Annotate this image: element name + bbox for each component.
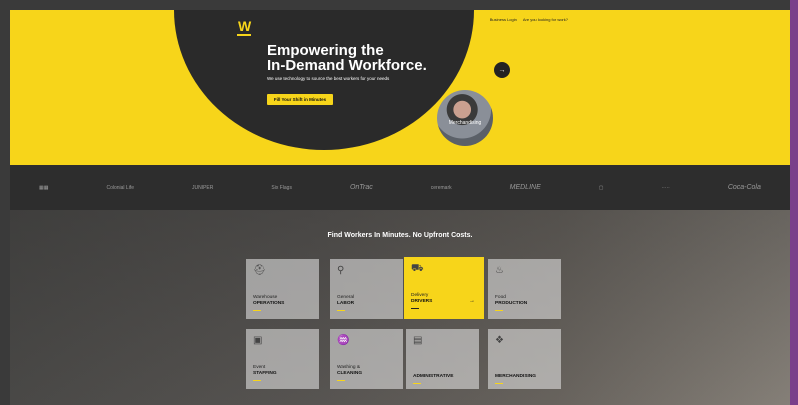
hero-headline: Empowering the In-Demand Workforce. (267, 43, 427, 73)
tile-line1: Washing & (337, 365, 361, 370)
tile-administrative[interactable]: ▤ ADMINISTRATIVE (406, 329, 479, 389)
brand-logo-grid: ▦▦ (39, 184, 49, 191)
photo-caption: Merchandising (448, 120, 482, 126)
brand-six-flags: Six Flags (271, 184, 292, 191)
arrow-right-icon: → (469, 298, 475, 304)
tile-line2: LABOR (337, 301, 355, 306)
hero-section: W Business Login Are you looking for wor… (10, 10, 790, 165)
tile-merchandising[interactable]: ❖ MERCHANDISING (488, 329, 561, 389)
tile-line1: Food (495, 295, 506, 300)
brand-box-mark: ▢ (598, 184, 604, 191)
tile-general-labor[interactable]: ⚲ General LABOR (330, 259, 403, 319)
brand-ceremark: ceremark (430, 184, 452, 191)
looking-for-work-link[interactable]: Are you looking for work? (523, 17, 568, 22)
mover-icon: ⚲ (337, 265, 345, 276)
tile-event-staffing[interactable]: ▣ Event STAFFING (246, 329, 319, 389)
tile-line1: Warehouse (253, 295, 278, 300)
arrow-right-icon: → (498, 66, 506, 74)
tile-line2: CLEANING (337, 371, 363, 376)
tile-underline (253, 310, 261, 312)
tile-line2: ADMINISTRATIVE (413, 374, 454, 379)
document-icon: ▤ (413, 335, 423, 346)
worker-photo: Merchandising (437, 90, 493, 146)
brand-coca-cola: Coca-Cola (727, 184, 761, 191)
tile-underline (413, 383, 421, 385)
event-icon: ▣ (253, 335, 263, 346)
headline-line-2: In-Demand Workforce. (267, 57, 427, 74)
tile-underline (495, 310, 503, 312)
tile-line2: STAFFING (253, 371, 277, 376)
tile-line2: OPERATIONS (253, 301, 285, 306)
shelf-icon: ❖ (495, 335, 504, 346)
headline-line-1: Empowering the (267, 42, 384, 59)
tile-underline (337, 380, 345, 382)
cleaning-icon: ♒ (337, 335, 350, 346)
client-logos: ▦▦ Colonial Life JUNIPER Six Flags OnTra… (10, 165, 790, 210)
top-nav: Business Login Are you looking for work? (490, 17, 568, 22)
tile-warehouse-operations[interactable]: ⛑ Warehouse OPERATIONS (246, 259, 319, 319)
tile-line1: Delivery (411, 293, 429, 298)
worker-icon: ⛑ (253, 265, 266, 276)
logo-underline (237, 34, 251, 36)
tile-underline (495, 383, 503, 385)
brand-medline: MEDLINE (509, 184, 541, 191)
workers-title: Find Workers In Minutes. No Upfront Cost… (327, 232, 473, 239)
brand-logo[interactable]: W (238, 18, 251, 34)
hero-subtext: We use technology to source the best wor… (267, 76, 390, 81)
fill-shift-button[interactable]: Fill Your Shift in Minutes (267, 94, 333, 105)
cupcake-icon: ♨ (495, 265, 504, 276)
brand-small-text: ····· (661, 184, 670, 191)
brand-colonial-life: Colonial Life (106, 184, 134, 191)
truck-icon: ⛟ (411, 263, 424, 274)
tile-line2: MERCHANDISING (495, 374, 537, 379)
tile-underline (411, 308, 419, 310)
brand-juniper: JUNIPER (191, 184, 214, 191)
brand-ontrac: OnTrac (349, 184, 373, 191)
tile-underline (337, 310, 345, 312)
tile-food-production[interactable]: ♨ Food PRODUCTION (488, 259, 561, 319)
next-slide-button[interactable]: → (494, 62, 510, 78)
tile-washing-cleaning[interactable]: ♒ Washing & CLEANING (330, 329, 403, 389)
find-workers-section: Find Workers In Minutes. No Upfront Cost… (10, 210, 790, 405)
page-frame: W Business Login Are you looking for wor… (0, 0, 790, 405)
tile-delivery-drivers[interactable]: ⛟ Delivery DRIVERS → (404, 257, 484, 319)
tile-line1: General (337, 295, 355, 300)
tile-line2: PRODUCTION (495, 301, 528, 306)
tile-underline (253, 380, 261, 382)
business-login-link[interactable]: Business Login (490, 17, 517, 22)
tile-line2: DRIVERS (411, 299, 433, 304)
tile-line1: Event (253, 365, 266, 370)
